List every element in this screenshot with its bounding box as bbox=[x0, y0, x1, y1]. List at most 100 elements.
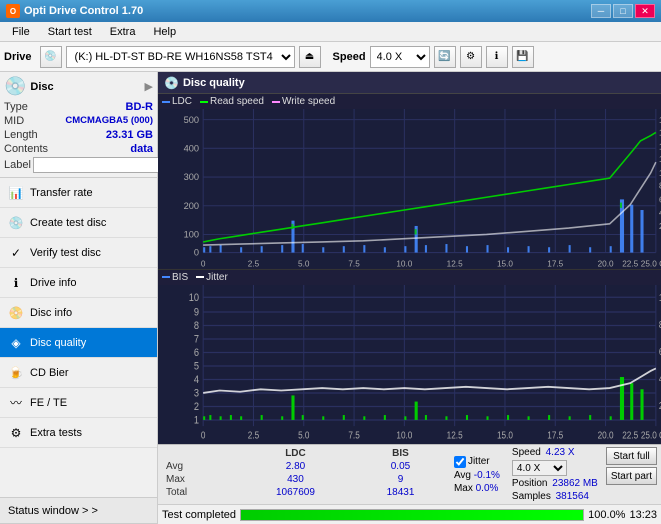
svg-text:400: 400 bbox=[184, 142, 199, 153]
svg-text:10: 10 bbox=[189, 292, 200, 304]
menu-start-test[interactable]: Start test bbox=[40, 24, 100, 40]
eject-button[interactable]: ⏏ bbox=[299, 46, 321, 68]
info-button[interactable]: ℹ bbox=[486, 46, 508, 68]
bis-label: BIS bbox=[172, 272, 188, 283]
sidebar-item-fe-te[interactable]: 〰 FE / TE bbox=[0, 388, 157, 418]
app-icon: O bbox=[6, 4, 20, 18]
sidebar-item-label: Transfer rate bbox=[30, 187, 93, 199]
avg-ldc: 2.80 bbox=[236, 460, 355, 473]
refresh-button[interactable]: 🔄 bbox=[434, 46, 456, 68]
write-legend: Write speed bbox=[272, 96, 335, 107]
stats-table: LDC BIS Avg 2.80 0.05 Max 430 9 Total bbox=[162, 447, 446, 502]
read-dot bbox=[200, 101, 208, 103]
jitter-checkbox-label[interactable]: Jitter bbox=[454, 456, 500, 468]
label-input[interactable] bbox=[33, 157, 167, 173]
chart2-svg: 10 9 8 7 6 5 4 3 2 1 10% 8% 6% bbox=[158, 285, 661, 445]
disc-quality-icon: ◈ bbox=[8, 335, 24, 351]
start-full-button[interactable]: Start full bbox=[606, 447, 657, 465]
chart2-svg-container: 10 9 8 7 6 5 4 3 2 1 10% 8% 6% bbox=[158, 285, 661, 445]
svg-text:2.5: 2.5 bbox=[248, 429, 259, 440]
type-value: BD-R bbox=[126, 101, 154, 113]
avg-jitter-label: Avg bbox=[454, 470, 474, 481]
title-bar: O Opti Drive Control 1.70 ─ □ ✕ bbox=[0, 0, 661, 22]
sidebar-item-disc-quality[interactable]: ◈ Disc quality bbox=[0, 328, 157, 358]
svg-text:5.0: 5.0 bbox=[298, 429, 309, 440]
contents-value: data bbox=[130, 143, 153, 155]
sidebar-item-extra-tests[interactable]: ⚙ Extra tests bbox=[0, 418, 157, 448]
disc-action-icon[interactable]: ▶ bbox=[145, 80, 153, 93]
sidebar-item-drive-info[interactable]: ℹ Drive info bbox=[0, 268, 157, 298]
minimize-button[interactable]: ─ bbox=[591, 4, 611, 18]
speed-select[interactable]: 4.0 X bbox=[370, 46, 430, 68]
position-lbl: Position bbox=[512, 478, 548, 489]
sidebar-item-verify-test-disc[interactable]: ✓ Verify test disc bbox=[0, 238, 157, 268]
svg-text:5: 5 bbox=[194, 360, 199, 372]
sidebar-item-label: Disc quality bbox=[30, 337, 86, 349]
ldc-label: LDC bbox=[172, 96, 192, 107]
speed-select-stats[interactable]: 4.0 X bbox=[512, 460, 567, 476]
disc-info-icon: 📀 bbox=[8, 305, 24, 321]
svg-text:17.5: 17.5 bbox=[547, 258, 563, 268]
type-label: Type bbox=[4, 101, 28, 113]
start-part-button[interactable]: Start part bbox=[606, 467, 657, 485]
total-bis: 18431 bbox=[355, 486, 446, 499]
avg-label: Avg bbox=[162, 460, 236, 473]
svg-text:300: 300 bbox=[184, 171, 199, 182]
disc-length-row: Length 23.31 GB bbox=[4, 129, 153, 141]
svg-text:7: 7 bbox=[194, 333, 199, 345]
length-label: Length bbox=[4, 129, 38, 141]
avg-jitter-val: -0.1% bbox=[474, 470, 500, 481]
read-label: Read speed bbox=[210, 96, 264, 107]
jitter-legend: Jitter bbox=[196, 272, 228, 283]
status-text: Test completed bbox=[162, 509, 236, 521]
start-buttons: Start full Start part bbox=[606, 447, 657, 502]
svg-text:7.5: 7.5 bbox=[348, 429, 359, 440]
save-button[interactable]: 💾 bbox=[512, 46, 534, 68]
extra-tests-icon: ⚙ bbox=[8, 425, 24, 441]
transfer-rate-icon: 📊 bbox=[8, 185, 24, 201]
svg-text:20.0: 20.0 bbox=[598, 258, 614, 268]
svg-text:10.0: 10.0 bbox=[396, 258, 412, 268]
sidebar-item-label: Verify test disc bbox=[30, 247, 101, 259]
sidebar-item-label: Extra tests bbox=[30, 427, 82, 439]
speed-section: Speed 4.23 X 4.0 X Position 23862 MB Sam… bbox=[508, 447, 602, 502]
status-window-button[interactable]: Status window > > bbox=[0, 498, 157, 524]
speed-current: 4.23 X bbox=[546, 447, 575, 458]
disc-icon: 💿 bbox=[4, 76, 26, 97]
disc-panel: 💿 Disc ▶ Type BD-R MID CMCMAGBA5 (000) L… bbox=[0, 72, 157, 178]
cd-bier-icon: 🍺 bbox=[8, 365, 24, 381]
svg-text:6: 6 bbox=[194, 347, 199, 359]
svg-text:22.5: 22.5 bbox=[622, 258, 638, 268]
ldc-header: LDC bbox=[236, 447, 355, 460]
svg-text:4: 4 bbox=[194, 374, 199, 386]
sidebar-item-transfer-rate[interactable]: 📊 Transfer rate bbox=[0, 178, 157, 208]
position-row: Position 23862 MB bbox=[512, 478, 598, 489]
bis-dot bbox=[162, 276, 170, 278]
menu-file[interactable]: File bbox=[4, 24, 38, 40]
svg-text:1: 1 bbox=[194, 414, 199, 426]
settings-button[interactable]: ⚙ bbox=[460, 46, 482, 68]
contents-label: Contents bbox=[4, 143, 48, 155]
maximize-button[interactable]: □ bbox=[613, 4, 633, 18]
disc-title: Disc bbox=[30, 81, 53, 93]
toolbar: Drive 💿 (K:) HL-DT-ST BD-RE WH16NS58 TST… bbox=[0, 42, 661, 72]
samples-row: Samples 381564 bbox=[512, 491, 598, 502]
sidebar-item-disc-info[interactable]: 📀 Disc info bbox=[0, 298, 157, 328]
svg-text:25.0 GB: 25.0 GB bbox=[641, 429, 661, 440]
drive-select[interactable]: (K:) HL-DT-ST BD-RE WH16NS58 TST4 bbox=[66, 46, 295, 68]
jitter-checkbox[interactable] bbox=[454, 456, 466, 468]
svg-text:0: 0 bbox=[201, 258, 206, 268]
menu-extra[interactable]: Extra bbox=[102, 24, 144, 40]
close-button[interactable]: ✕ bbox=[635, 4, 655, 18]
svg-text:22.5: 22.5 bbox=[622, 429, 638, 440]
chart1-legend: LDC Read speed Write speed bbox=[158, 94, 661, 109]
sidebar-item-create-test-disc[interactable]: 💿 Create test disc bbox=[0, 208, 157, 238]
read-legend: Read speed bbox=[200, 96, 264, 107]
sidebar-item-label: Create test disc bbox=[30, 217, 106, 229]
label-label: Label bbox=[4, 159, 31, 171]
drive-icon-btn[interactable]: 💿 bbox=[40, 46, 62, 68]
verify-test-icon: ✓ bbox=[8, 245, 24, 261]
sidebar-item-cd-bier[interactable]: 🍺 CD Bier bbox=[0, 358, 157, 388]
write-label: Write speed bbox=[282, 96, 335, 107]
menu-help[interactable]: Help bbox=[145, 24, 184, 40]
